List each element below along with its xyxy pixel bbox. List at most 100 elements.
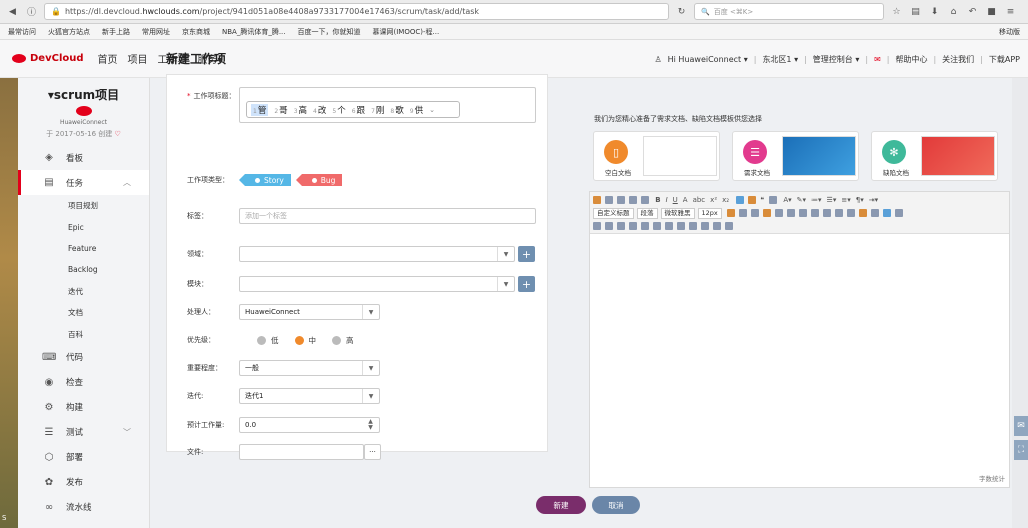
help-link[interactable]: 帮助中心 — [895, 54, 927, 65]
heading-format-select[interactable]: 自定义标题 — [593, 208, 634, 219]
bookmark-item[interactable]: 慕课网(IMOOC)-程... — [373, 27, 440, 37]
strikethrough-icon[interactable]: abc — [693, 194, 706, 207]
sidebar-item-test[interactable]: ☰ 测试 ﹀ — [18, 420, 149, 445]
template-defect[interactable]: ✻ 缺陷文档 — [871, 131, 998, 181]
underline-icon[interactable]: U — [673, 194, 678, 207]
indent-icon[interactable] — [750, 209, 759, 217]
template-requirement[interactable]: ☰ 需求文档 — [732, 131, 859, 181]
bookmark-item[interactable]: 百度一下，你就知道 — [298, 27, 361, 37]
line-height-icon[interactable]: ≡▾ — [841, 194, 850, 207]
split-rows-icon[interactable] — [713, 222, 721, 230]
stepper-arrows-icon[interactable]: ▲ ▼ — [362, 418, 379, 432]
user-menu[interactable]: Hi HuaweiConnect ▾ — [668, 55, 748, 64]
project-title[interactable]: ▾scrum项目 — [18, 86, 149, 103]
add-module-button[interactable]: + — [518, 276, 535, 292]
feedback-mail-icon[interactable]: ✉ — [1014, 416, 1028, 436]
ime-candidate[interactable]: 5个 — [332, 104, 345, 116]
font-border-icon[interactable]: A — [683, 194, 688, 207]
code-block-icon[interactable] — [894, 209, 903, 217]
add-domain-button[interactable]: + — [518, 246, 535, 262]
domain-select[interactable]: ▼ — [239, 246, 515, 262]
align-left-icon[interactable] — [762, 209, 771, 217]
font-size-select[interactable]: 12px — [697, 208, 722, 219]
unordered-list-icon[interactable]: ☰▾ — [827, 194, 837, 207]
estimate-stepper[interactable]: 0.0 ▲ ▼ — [239, 417, 380, 433]
create-button[interactable]: 新建 — [536, 496, 586, 514]
home-icon[interactable]: ⌂ — [947, 5, 960, 18]
severity-select[interactable]: 一般 ▼ — [239, 360, 380, 376]
type-bug-tag[interactable]: Bug — [295, 174, 343, 186]
bookmark-item[interactable]: 京东商城 — [182, 27, 210, 37]
unlink-icon[interactable] — [834, 209, 843, 217]
anchor-icon[interactable] — [846, 209, 855, 217]
sidebar-item-pipeline[interactable]: ∞ 流水线 — [18, 495, 149, 520]
sidebar-item-board[interactable]: ◈ 看板 — [18, 145, 149, 170]
extension-icon[interactable]: ■ — [985, 5, 998, 18]
ime-candidate[interactable]: 4改 — [313, 104, 326, 116]
file-browse-button[interactable]: ··· — [364, 444, 381, 460]
preview-icon[interactable] — [605, 196, 613, 204]
browser-search-input[interactable]: 🔍 百度 <⌘K> — [694, 3, 884, 20]
column-insert-icon[interactable] — [641, 222, 649, 230]
url-bar[interactable]: 🔒 https://dl.devcloud. hwclouds.com/proje… — [44, 3, 669, 20]
template-blank[interactable]: ▯ 空白文档 — [593, 131, 720, 181]
nav-projects[interactable]: 项目 — [128, 51, 148, 66]
assignee-select[interactable]: HuaweiConnect ▼ — [239, 304, 380, 320]
cancel-button[interactable]: 取消 — [592, 496, 640, 514]
ime-candidate[interactable]: 2哥 — [274, 104, 287, 116]
format-brush-icon[interactable] — [748, 196, 757, 204]
undo-icon[interactable] — [629, 196, 637, 204]
indent-icon[interactable]: ⇥▾ — [869, 194, 878, 207]
row-insert-icon[interactable] — [617, 222, 625, 230]
bookmark-item[interactable]: 新手上路 — [102, 27, 130, 37]
sidebar-item-deploy[interactable]: ⬡ 部署 — [18, 445, 149, 470]
sidebar-subitem-wiki[interactable]: 百科 — [18, 323, 149, 344]
sidebar-item-check[interactable]: ◉ 检查 — [18, 370, 149, 395]
bookmark-item[interactable]: 火狐官方站点 — [48, 27, 90, 37]
highlight-icon[interactable]: ✎▾ — [797, 194, 806, 207]
info-icon[interactable]: ⓘ — [25, 5, 38, 18]
paragraph-select[interactable]: 段落 — [636, 208, 658, 219]
reload-icon[interactable]: ↻ — [675, 5, 688, 18]
ime-candidate[interactable]: 3高 — [294, 104, 307, 116]
map-icon[interactable] — [882, 209, 891, 217]
module-select[interactable]: ▼ — [239, 276, 515, 292]
align-center-icon[interactable] — [774, 209, 783, 217]
align-right-icon[interactable] — [786, 209, 795, 217]
table-insert-icon[interactable] — [593, 222, 601, 230]
ime-candidate[interactable]: 1管 — [251, 103, 269, 116]
eraser-icon[interactable] — [736, 196, 745, 204]
title-input[interactable]: 1管 2哥 3高 4改 5个 6跟 7刚 8歌 9供 ⌄ — [239, 87, 536, 123]
type-story-tag[interactable]: Story — [239, 174, 291, 186]
priority-mid-radio[interactable]: 中 — [294, 335, 316, 346]
sidebar-subitem-docs[interactable]: 文档 — [18, 302, 149, 323]
source-icon[interactable] — [593, 196, 601, 204]
ime-candidate[interactable]: 7刚 — [371, 104, 384, 116]
merge-right-icon[interactable] — [677, 222, 685, 230]
sidebar-item-release[interactable]: ✿ 发布 — [18, 470, 149, 495]
ime-candidate[interactable]: 9供 — [410, 104, 423, 116]
bookmark-item[interactable]: 常用网址 — [142, 27, 170, 37]
bookmark-item[interactable]: NBA_腾讯体育_腾... — [222, 27, 286, 37]
ime-candidate[interactable]: 6跟 — [352, 104, 365, 116]
sidebar-item-tasks[interactable]: ▤ 任务 ︿ — [18, 170, 149, 195]
column-delete-icon[interactable] — [653, 222, 661, 230]
link-icon[interactable] — [822, 209, 831, 217]
table-delete-icon[interactable] — [605, 222, 613, 230]
row-delete-icon[interactable] — [629, 222, 637, 230]
emoji-icon[interactable] — [870, 209, 879, 217]
reader-icon[interactable]: ▤ — [909, 5, 922, 18]
split-cols-icon[interactable] — [725, 222, 733, 230]
undo-icon[interactable]: ↶ — [966, 5, 979, 18]
ltr-icon[interactable] — [726, 209, 735, 217]
nav-home[interactable]: 首页 — [98, 51, 118, 66]
file-input[interactable] — [239, 444, 364, 460]
bookmark-item[interactable]: 最常访问 — [8, 27, 36, 37]
priority-high-radio[interactable]: 高 — [332, 335, 354, 346]
ordered-list-icon[interactable]: ≔▾ — [811, 194, 822, 207]
devcloud-logo[interactable]: DevCloud — [12, 53, 84, 64]
image-icon[interactable] — [858, 209, 867, 217]
italic-icon[interactable]: I — [666, 194, 668, 207]
superscript-icon[interactable]: x² — [710, 194, 717, 207]
table-icon[interactable] — [810, 209, 819, 217]
